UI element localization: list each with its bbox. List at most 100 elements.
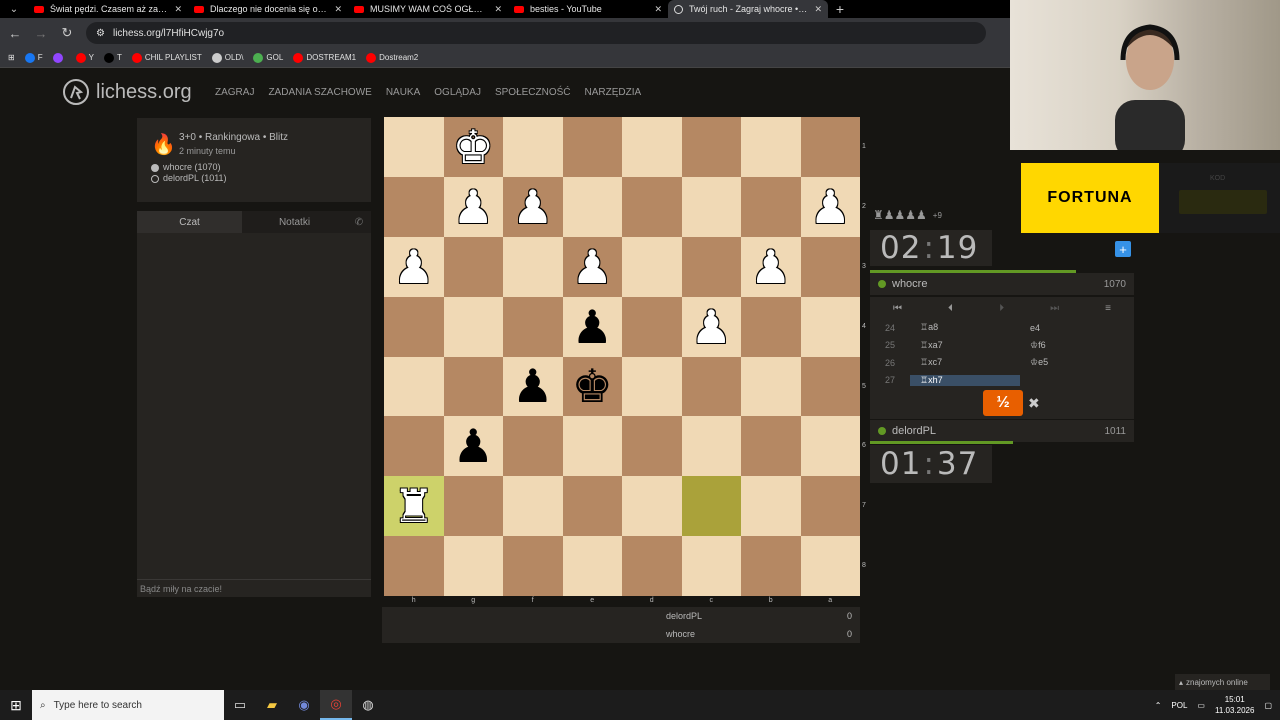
board-square[interactable]: [562, 416, 622, 477]
board-square[interactable]: ♟: [562, 236, 622, 297]
board-square[interactable]: [622, 356, 682, 417]
bookmark-item[interactable]: Y: [75, 52, 94, 63]
close-tab-icon[interactable]: ✕: [814, 4, 822, 15]
nav-item[interactable]: ZADANIA SZACHOWE: [268, 87, 371, 98]
white-pawn-icon[interactable]: ♟: [691, 304, 732, 350]
browser-tab[interactable]: Dlaczego nie docenia się ojcostwa✕: [188, 0, 348, 18]
nav-item[interactable]: ZAGRAJ: [215, 87, 254, 98]
black-pawn-icon[interactable]: ♟: [453, 423, 494, 469]
language-indicator[interactable]: POL: [1171, 701, 1187, 710]
black-player-entry[interactable]: delordPL (1011): [151, 173, 371, 184]
sponsor-banner[interactable]: FORTUNA: [1021, 163, 1159, 233]
discord-icon[interactable]: ◉: [288, 690, 320, 720]
board-square[interactable]: [384, 356, 444, 417]
black-move[interactable]: ♔f6: [1020, 340, 1130, 351]
board-square[interactable]: [622, 176, 682, 237]
chat-input[interactable]: Bądź miły na czacie!: [137, 579, 371, 597]
file-explorer-icon[interactable]: ▰: [256, 690, 288, 720]
board-square[interactable]: [741, 536, 801, 596]
first-move-icon[interactable]: ⏮: [893, 303, 902, 314]
menu-icon[interactable]: ≡: [1105, 303, 1111, 314]
white-move[interactable]: ♖xa7: [910, 340, 1020, 351]
bookmark-item[interactable]: Dostream2: [366, 52, 418, 63]
board-square[interactable]: [681, 176, 741, 237]
board-square[interactable]: [443, 296, 503, 357]
board-square[interactable]: [622, 117, 682, 177]
board-square[interactable]: [741, 416, 801, 477]
black-move[interactable]: e4: [1020, 323, 1130, 333]
white-move[interactable]: ♖xc7: [910, 357, 1020, 368]
network-icon[interactable]: ▭: [1197, 701, 1205, 710]
close-tab-icon[interactable]: ✕: [174, 4, 182, 15]
board-square[interactable]: [741, 296, 801, 357]
nav-item[interactable]: NARZĘDZIA: [585, 87, 642, 98]
black-pawn-icon[interactable]: ♟: [572, 304, 613, 350]
white-move[interactable]: ♖xh7: [910, 374, 1020, 386]
board-square[interactable]: [741, 176, 801, 237]
board-square[interactable]: [622, 296, 682, 357]
windows-start-icon[interactable]: ⊞: [0, 690, 32, 720]
nav-item[interactable]: SPOŁECZNOŚĆ: [495, 87, 571, 98]
board-square[interactable]: [681, 536, 741, 596]
board-square[interactable]: ♟: [384, 236, 444, 297]
board-square[interactable]: [443, 536, 503, 596]
white-player-entry[interactable]: whocre (1070): [151, 162, 371, 173]
chrome-icon[interactable]: ◎: [320, 690, 352, 720]
board-square[interactable]: [681, 416, 741, 477]
board-square[interactable]: [503, 236, 563, 297]
address-bar[interactable]: ⚙ lichess.org/l7HfiHCwjg7o: [86, 22, 986, 44]
browser-tab[interactable]: besties - YouTube ✕: [508, 0, 668, 18]
top-player-row[interactable]: whocre 1070: [870, 273, 1134, 295]
browser-tab[interactable]: Świat pędzi. Czasem aż za bardzo✕: [28, 0, 188, 18]
site-info-icon[interactable]: ⚙: [96, 28, 105, 39]
black-king-icon[interactable]: ♚: [572, 363, 613, 409]
black-pawn-icon[interactable]: ♟: [512, 363, 553, 409]
board-square[interactable]: [562, 536, 622, 596]
board-square[interactable]: [503, 296, 563, 357]
new-tab-button[interactable]: +: [828, 1, 852, 17]
board-square[interactable]: [800, 356, 860, 417]
board-square[interactable]: [562, 117, 622, 177]
board-square[interactable]: [800, 117, 860, 177]
bookmark-item[interactable]: [52, 52, 66, 63]
board-square[interactable]: [384, 176, 444, 237]
board-square[interactable]: [443, 476, 503, 537]
board-square[interactable]: [800, 536, 860, 596]
white-pawn-icon[interactable]: ♟: [810, 184, 851, 230]
board-square[interactable]: ♜: [384, 476, 444, 537]
board-square[interactable]: ♟: [562, 296, 622, 357]
board-square[interactable]: [800, 416, 860, 477]
white-pawn-icon[interactable]: ♟: [453, 184, 494, 230]
browser-tab[interactable]: MUSIMY WAM COŚ OGŁOSIĆ ✕: [348, 0, 508, 18]
board-square[interactable]: [741, 476, 801, 537]
board-square[interactable]: [384, 416, 444, 477]
board-square[interactable]: ♟: [681, 296, 741, 357]
close-tab-icon[interactable]: ✕: [654, 4, 662, 15]
white-pawn-icon[interactable]: ♟: [393, 244, 434, 290]
board-square[interactable]: ♟: [741, 236, 801, 297]
black-move[interactable]: ♔e5: [1020, 357, 1130, 368]
bookmark-item[interactable]: T: [103, 52, 122, 63]
board-square[interactable]: [800, 296, 860, 357]
board-square[interactable]: [562, 476, 622, 537]
back-icon[interactable]: ←: [8, 26, 22, 41]
phone-icon[interactable]: ✆: [347, 211, 371, 233]
board-square[interactable]: [741, 117, 801, 177]
board-square[interactable]: [443, 236, 503, 297]
board-square[interactable]: [503, 476, 563, 537]
board-square[interactable]: [384, 296, 444, 357]
nav-item[interactable]: NAUKA: [386, 87, 420, 98]
last-move-icon[interactable]: ⏭: [1050, 303, 1059, 314]
bookmark-item[interactable]: DOSTREAM1: [293, 52, 356, 63]
bookmark-item[interactable]: F: [24, 52, 43, 63]
board-square[interactable]: [443, 356, 503, 417]
board-square[interactable]: [562, 176, 622, 237]
board-square[interactable]: [681, 236, 741, 297]
board-square[interactable]: ♟: [800, 176, 860, 237]
tab-notes[interactable]: Notatki: [242, 211, 347, 233]
board-square[interactable]: [622, 236, 682, 297]
board-square[interactable]: [800, 476, 860, 537]
board-square[interactable]: [800, 236, 860, 297]
white-pawn-icon[interactable]: ♟: [572, 244, 613, 290]
prev-move-icon[interactable]: ⏴: [948, 303, 953, 314]
